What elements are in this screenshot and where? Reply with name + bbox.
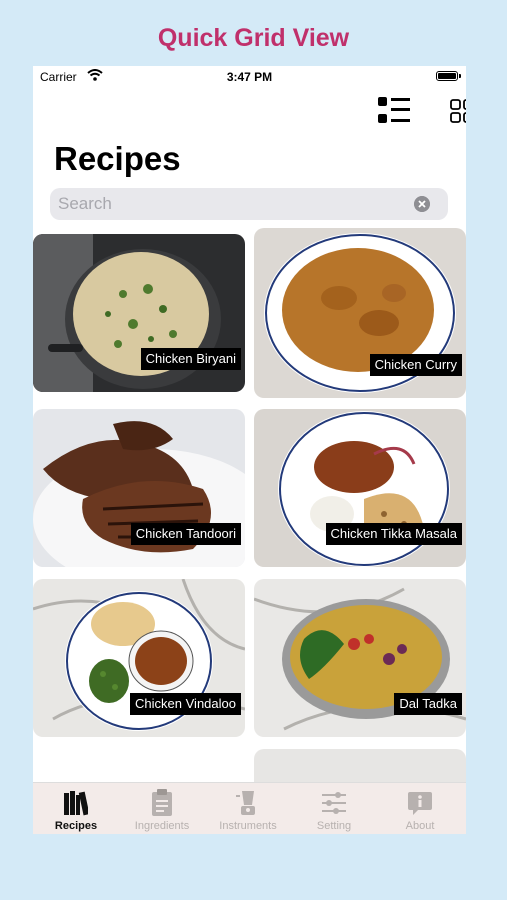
page-title: Recipes [54,140,181,177]
recipe-name: Chicken Curry [369,354,462,376]
recipe-card[interactable]: Chicken Tandoori [33,409,245,567]
info-bubble-icon [408,792,432,815]
tab-recipes[interactable]: Recipes [33,783,119,834]
tab-label: Instruments [219,820,277,832]
tab-ingredients[interactable]: Ingredients [119,783,205,834]
recipe-name: Chicken Biryani [140,348,241,370]
tab-label: Ingredients [134,820,190,832]
status-time: 3:47 PM [226,70,273,84]
recipe-card[interactable]: Chicken Tikka Masala [254,409,466,567]
tab-setting[interactable]: Setting [291,783,377,834]
sliders-icon [322,792,346,814]
recipe-card[interactable]: Dal Tadka [254,579,466,737]
recipe-name: Chicken Tikka Masala [325,523,462,545]
clipboard-icon [152,789,172,816]
recipe-card[interactable]: Chicken Biryani [33,234,245,392]
banner-title: Quick Grid View [157,24,350,52]
tab-about[interactable]: About [377,783,463,834]
books-icon [64,791,88,816]
recipe-name: Dal Tadka [394,693,462,715]
tab-label: Recipes [54,820,98,832]
list-view-icon[interactable] [378,96,410,126]
recipe-name: Chicken Tandoori [130,523,241,545]
status-bar: Carrier 3:47 PM [33,66,466,88]
tab-label: About [405,820,435,832]
blender-icon [236,791,255,815]
recipe-card[interactable]: Chicken Vindaloo [33,579,245,737]
clear-search-icon[interactable] [414,196,430,212]
grid-view-icon[interactable] [446,96,466,126]
search-input[interactable] [58,188,398,220]
tab-bar: Recipes Ingredients Instruments Setting … [33,782,466,834]
recipe-name: Chicken Vindaloo [130,693,241,715]
phone-screen: Carrier 3:47 PM Recipes Search Chicken B… [33,66,466,834]
tab-label: Setting [316,820,352,832]
battery-icon [436,71,458,81]
tab-instruments[interactable]: Instruments [205,783,291,834]
search-bar [50,188,448,220]
recipe-card[interactable]: Chicken Curry [254,228,466,398]
